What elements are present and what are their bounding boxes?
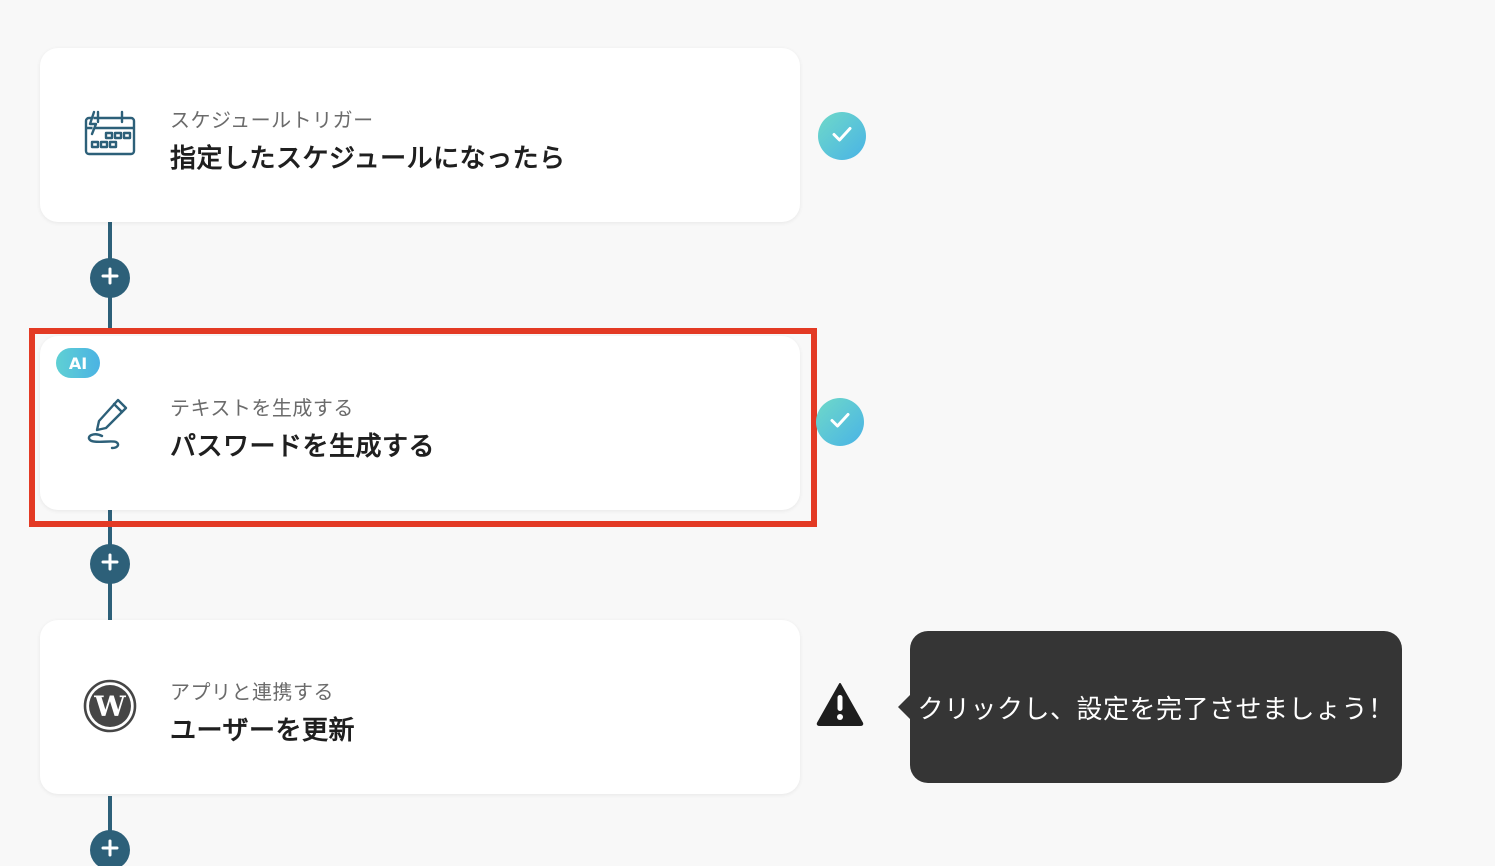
step-status-warning bbox=[816, 682, 864, 730]
ai-badge: AI bbox=[56, 348, 100, 378]
pen-generate-icon bbox=[82, 394, 138, 450]
step-subtitle: テキストを生成する bbox=[170, 396, 354, 420]
setup-tooltip: クリックし、設定を完了させましょう！ bbox=[898, 631, 1402, 783]
step-title: 指定したスケジュールになったら bbox=[170, 144, 566, 174]
plus-icon bbox=[101, 267, 119, 289]
plus-icon bbox=[101, 839, 119, 861]
wordpress-icon: W bbox=[82, 678, 138, 734]
step-card-generate-text[interactable]: AI テキストを生成する パスワードを生成する bbox=[40, 336, 800, 510]
step-subtitle: スケジュールトリガー bbox=[170, 108, 374, 132]
svg-text:W: W bbox=[93, 690, 126, 723]
flow-canvas: スケジュールトリガー 指定したスケジュールになったら AI テキストを生成する … bbox=[0, 0, 1495, 866]
add-step-button[interactable] bbox=[90, 544, 130, 584]
step-card-update-user[interactable]: W アプリと連携する ユーザーを更新 bbox=[40, 620, 800, 794]
add-step-button[interactable] bbox=[90, 258, 130, 298]
step-title: ユーザーを更新 bbox=[170, 716, 355, 746]
step-status-complete bbox=[816, 398, 864, 446]
step-subtitle: アプリと連携する bbox=[170, 680, 334, 704]
checkmark-icon bbox=[829, 121, 855, 151]
plus-icon bbox=[101, 553, 119, 575]
step-status-complete bbox=[818, 112, 866, 160]
tooltip-arrow bbox=[898, 695, 910, 719]
checkmark-icon bbox=[827, 407, 853, 437]
step-title: パスワードを生成する bbox=[170, 432, 436, 462]
step-card-schedule-trigger[interactable]: スケジュールトリガー 指定したスケジュールになったら bbox=[40, 48, 800, 222]
schedule-calendar-icon bbox=[82, 106, 138, 162]
warning-icon bbox=[816, 683, 864, 730]
tooltip-text: クリックし、設定を完了させましょう！ bbox=[917, 694, 1395, 725]
add-step-button[interactable] bbox=[90, 830, 130, 866]
